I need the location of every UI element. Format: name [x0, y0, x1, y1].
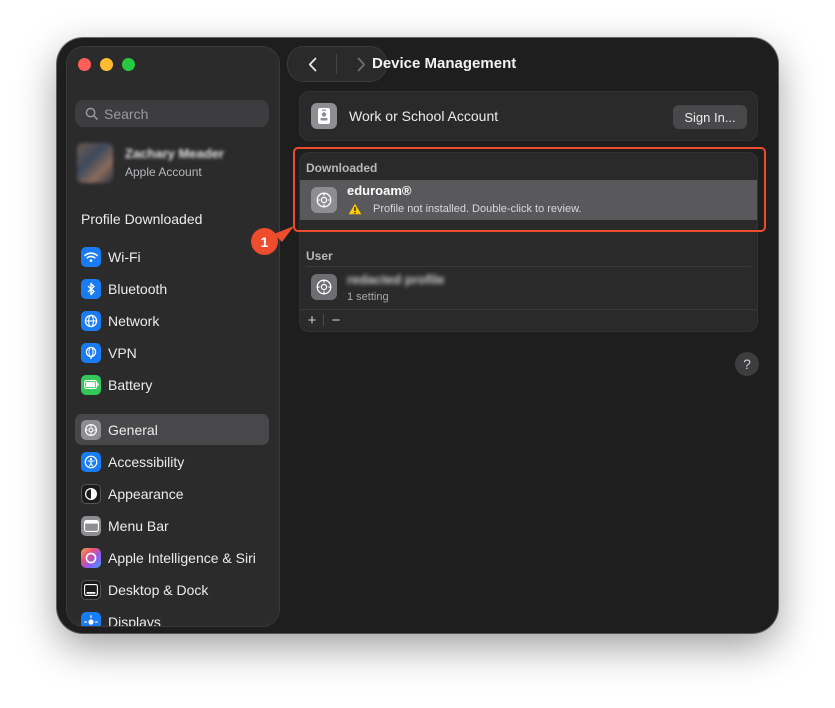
account-name: Zachary Meader [125, 146, 224, 161]
sidebar-item-battery[interactable]: Battery [75, 369, 269, 400]
add-profile-button[interactable]: + [304, 310, 320, 330]
minimize-window-button[interactable] [100, 58, 113, 71]
gear-icon [81, 419, 101, 440]
zoom-window-button[interactable] [122, 58, 135, 71]
sidebar-item-desktop-dock[interactable]: Desktop & Dock [75, 574, 269, 605]
avatar [77, 143, 113, 183]
search-placeholder: Search [104, 105, 149, 122]
vpn-globe-icon [81, 342, 101, 363]
sidebar-item-wifi[interactable]: Wi-Fi [75, 241, 269, 272]
battery-icon [81, 374, 101, 395]
work-account-label: Work or School Account [349, 108, 499, 124]
work-school-account-card: Work or School Account Sign In... [299, 91, 758, 141]
user-section-header: User [306, 249, 333, 263]
siri-icon [81, 547, 101, 568]
annotation-highlight-box [293, 147, 766, 232]
sidebar-item-label: Wi-Fi [108, 248, 141, 265]
close-window-button[interactable] [78, 58, 91, 71]
accessibility-icon [81, 451, 101, 472]
chevron-left-icon [308, 57, 316, 71]
user-profile-name: redacted profile [347, 272, 445, 287]
sidebar-item-label: Appearance [108, 485, 184, 502]
sidebar-item-vpn[interactable]: VPN [75, 337, 269, 368]
sidebar-item-accessibility[interactable]: Accessibility [75, 446, 269, 477]
profile-downloaded-item[interactable]: Profile Downloaded [81, 211, 202, 227]
sign-in-button[interactable]: Sign In... [673, 105, 747, 129]
appearance-icon [81, 483, 101, 504]
sidebar-item-general[interactable]: General [75, 414, 269, 445]
globe-icon [81, 310, 101, 331]
user-profile-row[interactable]: redacted profile 1 setting [300, 269, 757, 307]
annotation-callout-number: 1 [251, 228, 278, 255]
sidebar-item-label: Battery [108, 376, 153, 393]
menubar-icon [81, 515, 101, 536]
sidebar-item-apple-intelligence-siri[interactable]: Apple Intelligence & Siri [75, 542, 269, 573]
sidebar-item-label: Bluetooth [108, 280, 168, 297]
remove-profile-button[interactable]: − [328, 310, 344, 330]
sidebar-item-appearance[interactable]: Appearance [75, 478, 269, 509]
sidebar-item-label: Apple Intelligence & Siri [108, 549, 256, 566]
dock-icon [81, 579, 101, 600]
apple-account-row[interactable]: Zachary Meader Apple Account [77, 143, 267, 183]
chevron-right-icon [357, 57, 365, 71]
sidebar-item-label: Menu Bar [108, 517, 169, 534]
displays-icon [81, 611, 101, 626]
search-field[interactable]: Search [75, 100, 269, 127]
account-subtitle: Apple Account [125, 165, 202, 179]
sidebar-item-label: Network [108, 312, 160, 329]
sidebar-item-label: Displays [108, 613, 161, 627]
sidebar-item-label: Desktop & Dock [108, 581, 209, 598]
back-button[interactable] [288, 47, 336, 81]
sidebar-item-label: General [108, 421, 158, 438]
sidebar-item-network[interactable]: Network [75, 305, 269, 336]
search-icon [85, 107, 98, 120]
sidebar: Search Zachary Meader Apple Account Prof… [66, 46, 280, 627]
system-settings-window: Search Zachary Meader Apple Account Prof… [57, 38, 778, 633]
page-title: Device Management [372, 55, 517, 72]
profile-gear-icon [311, 274, 337, 300]
sidebar-item-label: VPN [108, 344, 137, 361]
sidebar-item-menu-bar[interactable]: Menu Bar [75, 510, 269, 541]
sidebar-item-displays[interactable]: Displays [75, 606, 269, 627]
sidebar-item-label: Accessibility [108, 453, 185, 470]
sidebar-item-bluetooth[interactable]: Bluetooth [75, 273, 269, 304]
divider [323, 314, 324, 326]
wifi-icon [81, 246, 101, 267]
divider [306, 266, 751, 267]
bluetooth-icon [81, 278, 101, 299]
user-profile-detail: 1 setting [347, 291, 389, 303]
help-button[interactable]: ? [735, 352, 759, 376]
id-badge-icon [311, 103, 337, 129]
divider [300, 309, 757, 310]
